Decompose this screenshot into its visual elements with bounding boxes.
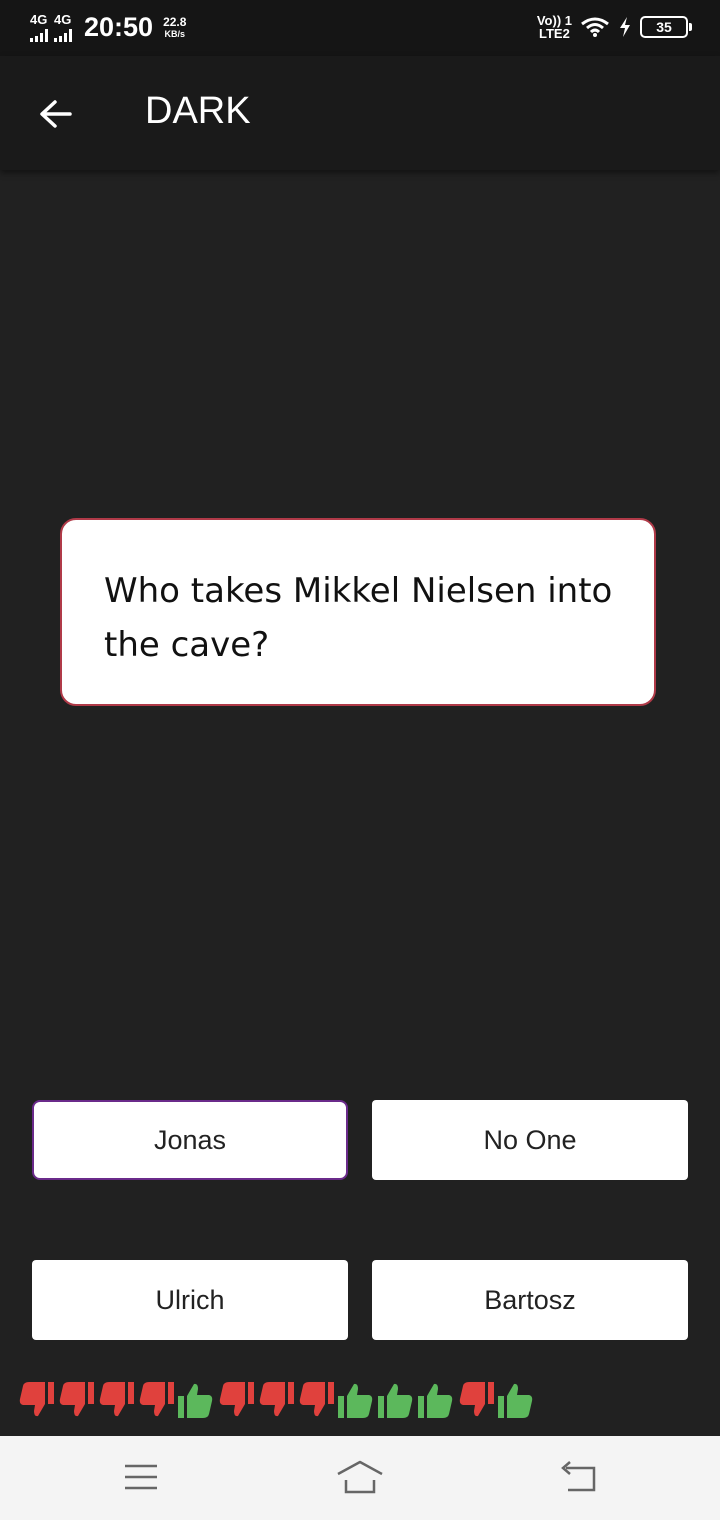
thumbs-up-icon <box>498 1383 533 1418</box>
thumbs-up-icon <box>378 1383 413 1418</box>
status-left: 4G 4G 20:50 22.8 KB/s <box>30 12 186 43</box>
thumbs-down-icon <box>59 1382 94 1417</box>
nav-home-button[interactable] <box>336 1458 384 1501</box>
home-icon <box>337 1460 383 1494</box>
app-bar: DARK <box>0 56 720 170</box>
thumbs-up-icon <box>338 1383 373 1418</box>
speed-unit: KB/s <box>164 28 185 39</box>
nav-menu-button[interactable] <box>122 1458 160 1501</box>
back-button[interactable] <box>36 94 76 134</box>
thumbs-up-icon <box>178 1383 213 1418</box>
thumbs-down-icon <box>19 1382 54 1417</box>
thumbs-down-icon <box>459 1382 494 1417</box>
battery-icon: 35 <box>640 16 692 38</box>
status-bar: 4G 4G 20:50 22.8 KB/s Vo)) 1 LTE2 35 <box>0 0 720 56</box>
sim2-label: 4G <box>54 11 72 27</box>
answer-button-no-one[interactable]: No One <box>372 1100 688 1180</box>
arrow-back-icon <box>40 100 72 128</box>
score-history <box>16 1380 536 1420</box>
answer-button-bartosz[interactable]: Bartosz <box>372 1260 688 1340</box>
thumbs-up-icon <box>418 1383 453 1418</box>
nav-back-button[interactable] <box>558 1458 598 1501</box>
answer-button-ulrich[interactable]: Ulrich <box>32 1260 348 1340</box>
signal-bars-icon <box>30 28 48 42</box>
status-right: Vo)) 1 LTE2 35 <box>537 14 692 40</box>
volte-bottom: LTE2 <box>539 26 570 41</box>
sim2-signal: 4G <box>54 11 72 42</box>
charging-icon <box>620 17 630 37</box>
page-title: DARK <box>145 90 251 132</box>
navigation-bar <box>0 1436 720 1520</box>
thumbs-down-icon <box>299 1382 334 1417</box>
thumbs-down-icon <box>99 1382 134 1417</box>
sim1-signal: 4G <box>30 11 48 42</box>
question-card: Who takes Mikkel Nielsen into the cave? <box>60 518 656 706</box>
answer-button-jonas[interactable]: Jonas <box>32 1100 348 1180</box>
speed-value: 22.8 <box>163 14 187 29</box>
thumbs-down-icon <box>139 1382 174 1417</box>
volte-indicator: Vo)) 1 LTE2 <box>537 14 572 40</box>
clock: 20:50 <box>84 12 154 42</box>
sim1-label: 4G <box>30 11 48 27</box>
wifi-icon <box>581 17 609 37</box>
thumbs-down-icon <box>219 1382 254 1417</box>
question-text: Who takes Mikkel Nielsen into the cave? <box>104 571 613 665</box>
network-speed: 22.8 KB/s <box>163 16 186 40</box>
signal-bars-icon <box>54 28 72 42</box>
menu-icon <box>125 1464 157 1490</box>
back-icon <box>561 1461 596 1492</box>
thumbs-down-icon <box>259 1382 294 1417</box>
